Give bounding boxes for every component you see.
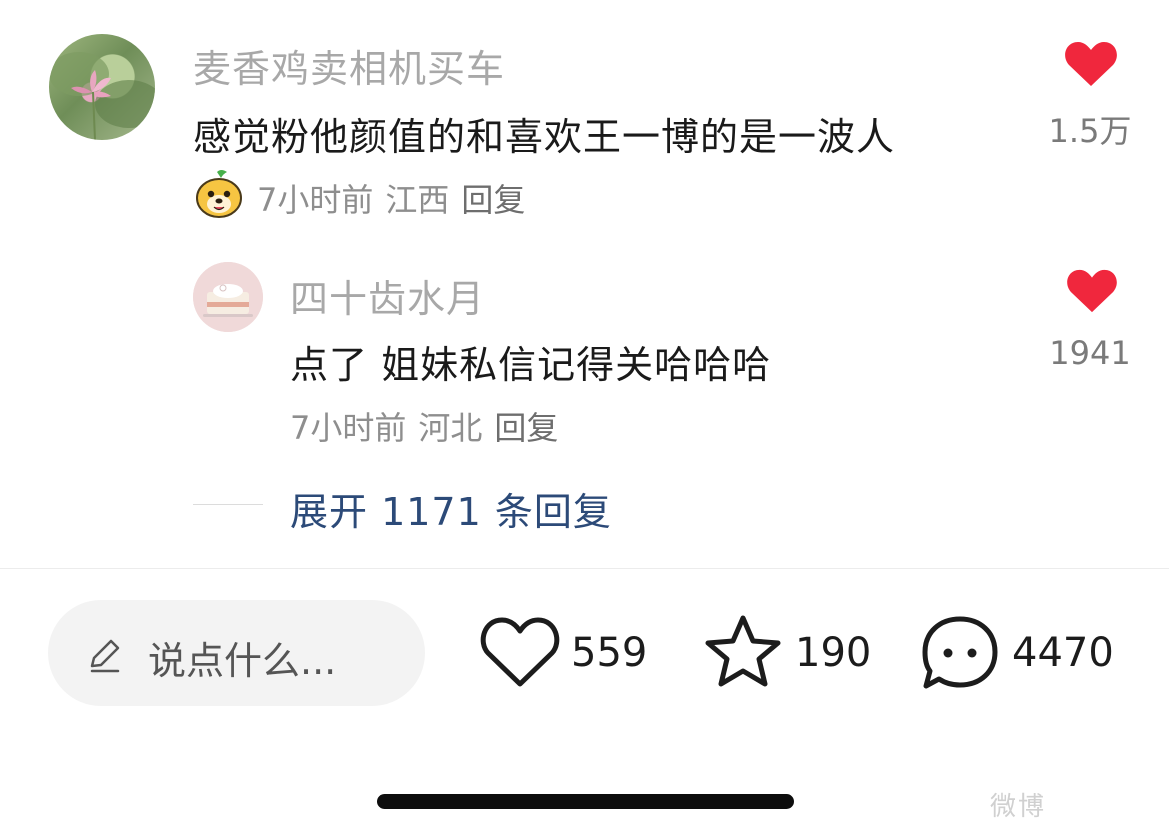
comment-like-count: 1.5万 bbox=[1048, 112, 1132, 150]
reply-meta: 7小时前 河北 回复 bbox=[290, 403, 558, 449]
reply-reply-button[interactable]: 回复 bbox=[494, 409, 558, 447]
comment-input-placeholder: 说点什么... bbox=[148, 639, 337, 683]
comment-meta: 7小时前 江西 回复 bbox=[257, 175, 525, 221]
reply-text: 点了 姐妹私信记得关哈哈哈 bbox=[290, 343, 772, 387]
pencil-icon bbox=[90, 639, 120, 673]
comment-reply-button[interactable]: 回复 bbox=[461, 181, 525, 219]
expand-divider-line bbox=[193, 504, 263, 505]
replier-avatar[interactable] bbox=[193, 262, 263, 332]
heart-filled-icon bbox=[1067, 269, 1117, 313]
section-divider bbox=[0, 568, 1169, 569]
comment-button[interactable] bbox=[920, 614, 1000, 692]
comment-time: 7小时前 bbox=[257, 181, 374, 219]
comment-input[interactable]: 说点什么... bbox=[48, 600, 425, 706]
heart-filled-icon bbox=[1065, 42, 1117, 86]
reply-location: 河北 bbox=[418, 409, 483, 447]
watermark: 微博 bbox=[990, 792, 1047, 822]
like-count: 559 bbox=[571, 630, 648, 676]
lotus-image bbox=[49, 52, 155, 140]
commenter-avatar[interactable] bbox=[49, 34, 155, 140]
heart-outline-icon bbox=[480, 617, 560, 687]
replier-username[interactable]: 四十齿水月 bbox=[290, 268, 485, 323]
favorite-count: 190 bbox=[795, 630, 872, 676]
comment-location: 江西 bbox=[385, 181, 450, 219]
favorite-button[interactable] bbox=[703, 614, 783, 690]
comment-count: 4470 bbox=[1012, 630, 1114, 676]
speech-bubble-icon bbox=[922, 616, 998, 689]
reply-time: 7小时前 bbox=[290, 409, 407, 447]
comment-like-button[interactable] bbox=[1064, 40, 1118, 88]
reply-like-button[interactable] bbox=[1066, 268, 1118, 314]
puppy-sticker-icon bbox=[193, 168, 245, 220]
expand-replies-link[interactable]: 展开 1171 条回复 bbox=[290, 481, 612, 536]
reply-like-count: 1941 bbox=[1049, 334, 1131, 372]
home-indicator bbox=[377, 794, 794, 809]
star-outline-icon bbox=[705, 615, 781, 687]
commenter-username[interactable]: 麦香鸡卖相机买车 bbox=[193, 38, 505, 93]
like-button[interactable] bbox=[480, 616, 560, 688]
cake-image bbox=[193, 262, 263, 332]
comment-text: 感觉粉他颜值的和喜欢王一博的是一波人 bbox=[193, 115, 896, 159]
